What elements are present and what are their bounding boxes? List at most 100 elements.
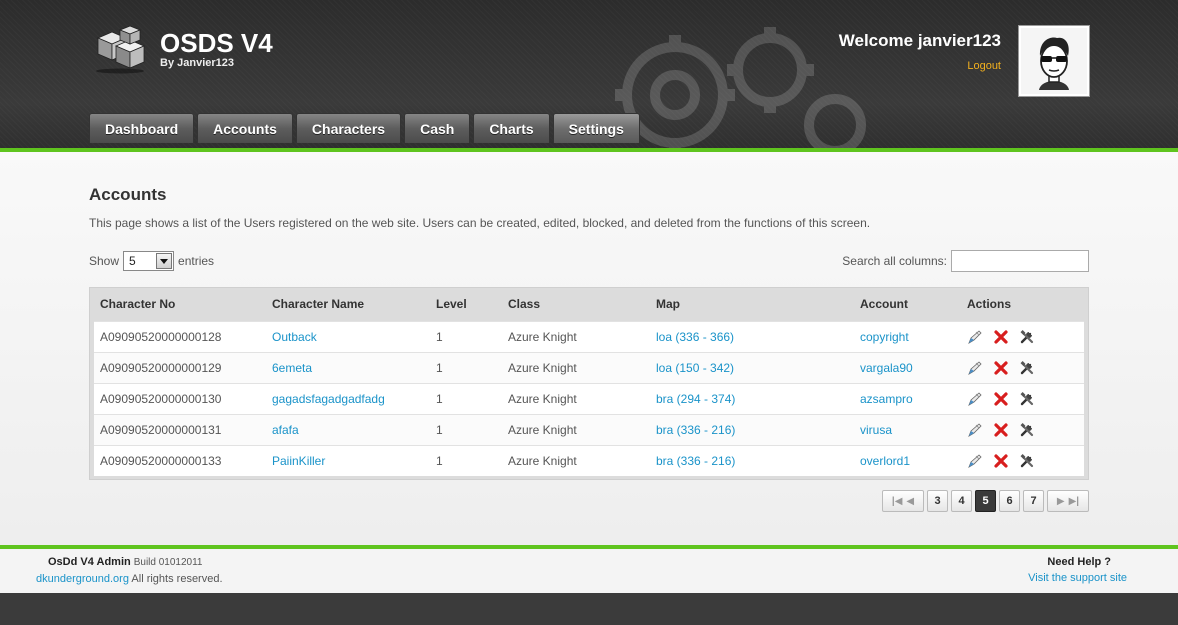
delete-icon[interactable] (993, 453, 1009, 469)
brand-subtitle: By Janvier123 (160, 57, 234, 69)
row-actions (967, 453, 1084, 469)
col-header-account[interactable]: Account (854, 288, 961, 321)
nav-accounts[interactable]: Accounts (197, 113, 293, 143)
map-link[interactable]: loa (150 - 342) (656, 361, 734, 375)
tools-icon[interactable] (1019, 453, 1035, 469)
character-name-link[interactable]: afafa (272, 423, 299, 437)
next-page-icon[interactable]: ▶ (1057, 496, 1065, 507)
cell-map: loa (336 - 366) (650, 320, 854, 352)
edit-icon[interactable] (967, 422, 983, 438)
col-header-character-no[interactable]: Character No (94, 288, 266, 321)
table-row[interactable]: A09090520000000128 Outback 1 Azure Knight lo… (94, 320, 1084, 352)
cell-map: bra (336 - 216) (650, 444, 854, 476)
footer-rights-text: All rights reserved. (131, 573, 223, 585)
col-header-actions: Actions (967, 297, 1012, 312)
col-header-class[interactable]: Class (502, 288, 650, 321)
nav-characters[interactable]: Characters (295, 113, 402, 143)
row-actions (967, 422, 1084, 438)
row-actions (967, 360, 1084, 376)
cell-class: Azure Knight (502, 320, 650, 352)
edit-icon[interactable] (967, 329, 983, 345)
character-name-link[interactable]: 6emeta (272, 361, 312, 375)
cell-map: bra (294 - 374) (650, 382, 854, 414)
nav-charts[interactable]: Charts (473, 113, 550, 143)
cell-actions (961, 413, 1084, 445)
account-link[interactable]: azsampro (860, 392, 913, 406)
bottom-bar (0, 593, 1178, 625)
tools-icon[interactable] (1019, 391, 1035, 407)
pagination-first-prev[interactable]: |◀ ◀ (882, 490, 924, 512)
edit-icon[interactable] (967, 360, 983, 376)
chevron-down-icon[interactable] (156, 253, 173, 269)
delete-icon[interactable] (993, 329, 1009, 345)
account-link[interactable]: vargala90 (860, 361, 913, 375)
logout-link[interactable]: Logout (967, 60, 1001, 72)
cell-actions (961, 320, 1084, 352)
tools-icon[interactable] (1019, 360, 1035, 376)
nav-settings[interactable]: Settings (552, 113, 640, 143)
map-link[interactable]: bra (336 - 216) (656, 423, 735, 437)
table-row[interactable]: A09090520000000130 gagadsfagadgadfadg 1 Azu… (94, 382, 1084, 414)
delete-icon[interactable] (993, 422, 1009, 438)
tools-icon[interactable] (1019, 422, 1035, 438)
character-name-link[interactable]: Outback (272, 330, 317, 344)
tools-icon[interactable] (1019, 329, 1035, 345)
delete-icon[interactable] (993, 360, 1009, 376)
table-row[interactable]: A09090520000000131 afafa 1 Azure Knight bra … (94, 413, 1084, 445)
main-content: Accounts This page shows a list of the U… (0, 152, 1178, 545)
cell-character-name: PaiinKiller (266, 444, 430, 476)
footer-app-name: OsDd V4 Admin (48, 556, 131, 568)
col-header-map[interactable]: Map (650, 288, 854, 321)
page-button-5[interactable]: 5 (975, 490, 996, 512)
nav-cash[interactable]: Cash (404, 113, 471, 143)
footer-support-link[interactable]: Visit the support site (1028, 572, 1127, 584)
entries-select-value: 5 (129, 254, 136, 268)
page-button-3[interactable]: 3 (927, 490, 948, 512)
page-button-4[interactable]: 4 (951, 490, 972, 512)
logo-cubes-icon (96, 25, 146, 74)
main-nav: Dashboard Accounts Characters Cash Chart… (89, 113, 640, 143)
page-button-7[interactable]: 7 (1023, 490, 1044, 512)
footer-help-title: Need Help ? (1047, 556, 1111, 568)
cell-character-name: afafa (266, 413, 430, 445)
table-row[interactable]: A09090520000000129 6emeta 1 Azure Knight loa… (94, 351, 1084, 383)
footer-site-link[interactable]: dkunderground.org (36, 573, 129, 585)
col-header-character-name[interactable]: Character Name (266, 288, 430, 321)
character-name-link[interactable]: PaiinKiller (272, 454, 325, 468)
nav-dashboard[interactable]: Dashboard (89, 113, 195, 143)
account-link[interactable]: virusa (860, 423, 892, 437)
account-link[interactable]: copyright (860, 330, 909, 344)
characters-table-wrapper: Character No Character Name Level Class … (89, 287, 1089, 480)
last-page-icon[interactable]: ▶| (1069, 496, 1080, 507)
cell-actions (961, 351, 1084, 383)
cell-account: copyright (854, 320, 961, 352)
cell-character-no: A09090520000000128 (94, 320, 266, 352)
col-header-level[interactable]: Level (430, 288, 502, 321)
cell-character-name: 6emeta (266, 351, 430, 383)
search-input[interactable] (951, 250, 1089, 272)
cell-level: 1 (430, 444, 502, 476)
avatar[interactable] (1019, 26, 1089, 96)
page-title: Accounts (89, 185, 167, 204)
entries-label: entries (178, 254, 215, 268)
first-page-icon[interactable]: |◀ (892, 496, 903, 507)
entries-control: Show 5 entries (89, 251, 214, 271)
account-link[interactable]: overlord1 (860, 454, 910, 468)
pagination-next-last[interactable]: ▶ ▶| (1047, 490, 1089, 512)
header: OSDS V4 By Janvier123 Welcome janvier123… (0, 0, 1178, 148)
delete-icon[interactable] (993, 391, 1009, 407)
cell-level: 1 (430, 413, 502, 445)
cell-map: bra (336 - 216) (650, 413, 854, 445)
map-link[interactable]: bra (336 - 216) (656, 454, 735, 468)
prev-page-icon[interactable]: ◀ (906, 496, 914, 507)
pagination: |◀ ◀ 3 4 5 6 7 ▶ ▶| (882, 490, 1089, 512)
character-name-link[interactable]: gagadsfagadgadfadg (272, 392, 385, 406)
edit-icon[interactable] (967, 391, 983, 407)
entries-select[interactable]: 5 (123, 251, 175, 271)
cell-class: Azure Knight (502, 444, 650, 476)
page-button-6[interactable]: 6 (999, 490, 1020, 512)
edit-icon[interactable] (967, 453, 983, 469)
map-link[interactable]: bra (294 - 374) (656, 392, 735, 406)
table-row[interactable]: A09090520000000133 PaiinKiller 1 Azure Knig… (94, 444, 1084, 476)
map-link[interactable]: loa (336 - 366) (656, 330, 734, 344)
